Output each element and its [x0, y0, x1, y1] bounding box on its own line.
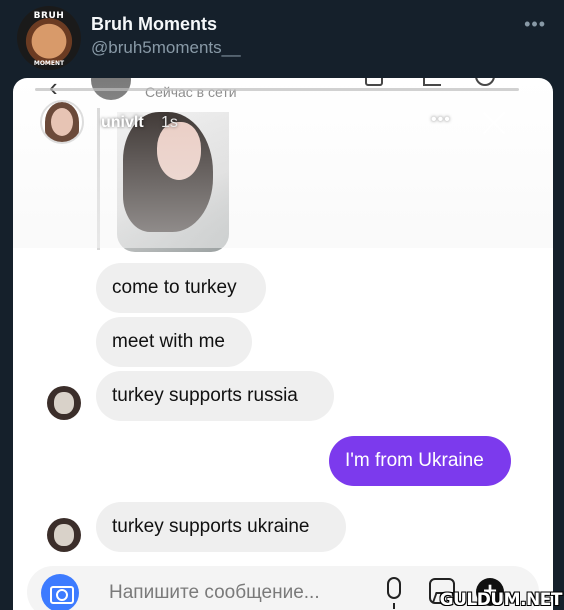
- avatar-text-top: BRUH: [33, 11, 65, 21]
- message-bubble-incoming: turkey supports russia: [96, 371, 334, 421]
- more-dots-icon[interactable]: •••: [524, 14, 546, 35]
- story-time: 1s: [161, 114, 178, 131]
- message-bubble-incoming: come to turkey: [96, 263, 266, 313]
- story-avatar-face: [51, 108, 73, 136]
- tweet-header: BRUH MOMENT Bruh Moments @bruh5moments__…: [0, 0, 564, 78]
- microphone-icon[interactable]: [387, 577, 401, 609]
- embedded-screenshot[interactable]: ‹ Сейчас в сети univlt 1s ••• come to tu…: [13, 78, 553, 610]
- story-progress-bar: [35, 88, 519, 91]
- story-photo: [117, 112, 229, 252]
- flag-icon: [423, 78, 441, 86]
- video-call-icon: [365, 78, 383, 86]
- user-handle[interactable]: @bruh5moments__: [91, 38, 241, 58]
- online-status: Сейчас в сети: [145, 84, 237, 100]
- message-bubble-incoming: meet with me: [96, 317, 252, 367]
- story-more-icon[interactable]: •••: [431, 111, 451, 129]
- dm-top-bar: ‹ Сейчас в сети: [13, 78, 553, 106]
- story-username[interactable]: univlt: [101, 114, 144, 132]
- cat-avatar-icon: [54, 392, 74, 414]
- display-name[interactable]: Bruh Moments: [91, 14, 217, 35]
- reply-line: [97, 108, 100, 250]
- message-bubble-outgoing: I'm from Ukraine: [329, 436, 511, 486]
- message-input[interactable]: [109, 579, 359, 607]
- cat-avatar-icon: [54, 524, 74, 546]
- avatar-text-bottom: MOMENT: [33, 60, 65, 67]
- sender-avatar: [47, 386, 81, 420]
- message-bubble-incoming: turkey supports ukraine: [96, 502, 346, 552]
- sender-avatar: [47, 518, 81, 552]
- info-icon: [475, 78, 495, 86]
- camera-icon[interactable]: [41, 574, 79, 610]
- profile-avatar[interactable]: BRUH MOMENT: [17, 6, 81, 70]
- close-icon[interactable]: [479, 108, 509, 138]
- watermark-logo: GULDUM.NET: [439, 590, 563, 610]
- story-avatar: [40, 100, 84, 144]
